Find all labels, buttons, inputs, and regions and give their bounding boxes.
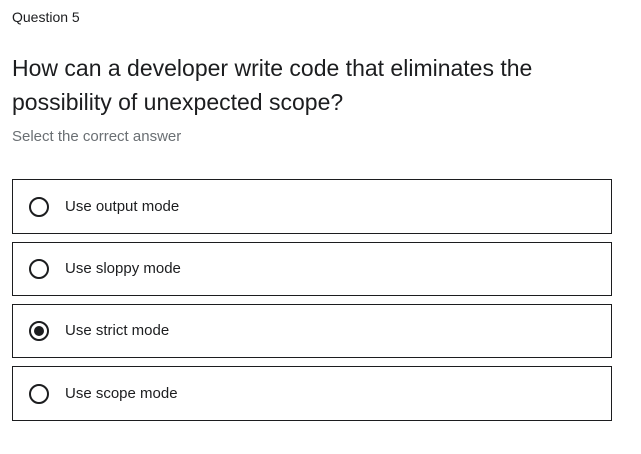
radio-button-icon[interactable]: [29, 383, 49, 404]
answer-option-strict-mode[interactable]: Use strict mode: [12, 304, 612, 358]
radio-button-icon[interactable]: [29, 196, 49, 217]
question-number: Question 5: [12, 9, 80, 25]
answer-option-scope-mode[interactable]: Use scope mode: [12, 366, 612, 421]
answer-options: Use output mode Use sloppy mode Use stri…: [12, 179, 612, 429]
radio-dot-icon: [34, 326, 44, 336]
option-label: Use scope mode: [65, 384, 178, 402]
question-prompt: How can a developer write code that elim…: [12, 55, 533, 115]
answer-option-sloppy-mode[interactable]: Use sloppy mode: [12, 242, 612, 296]
option-label: Use output mode: [65, 197, 180, 215]
option-label: Use sloppy mode: [65, 260, 181, 277]
radio-button-icon[interactable]: [29, 259, 49, 279]
option-label: Use strict mode: [65, 322, 170, 339]
radio-button-selected-icon[interactable]: [29, 321, 49, 341]
answer-option-output-mode[interactable]: Use output mode: [12, 179, 612, 234]
answer-instruction: Select the correct answer: [12, 128, 182, 145]
